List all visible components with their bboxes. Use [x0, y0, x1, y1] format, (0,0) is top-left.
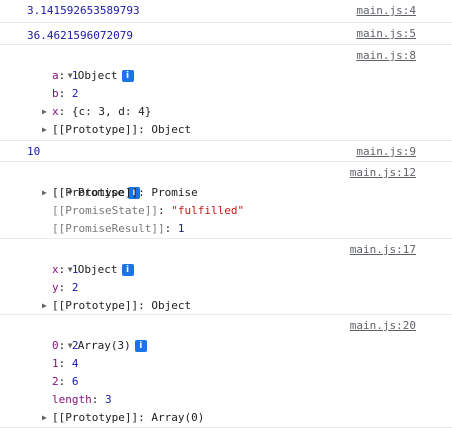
collapsed-triangle-icon[interactable]: ▶ — [42, 103, 52, 121]
console-message: ▼ Object i x: 1 y: 2 ▶ [[Prototype]]: Objec… — [0, 239, 452, 315]
collapsed-triangle-icon[interactable]: ▶ — [42, 297, 52, 315]
source-link[interactable]: main.js:4 — [356, 3, 416, 19]
source-link[interactable]: main.js:17 — [350, 242, 416, 258]
property-row: a: 1 — [52, 69, 79, 82]
prototype-row[interactable]: ▶ [[Prototype]]: Array(0) — [0, 409, 452, 427]
prototype-row[interactable]: ▶ [[Prototype]]: Promise — [0, 184, 452, 202]
property-key: y — [52, 281, 59, 294]
property-row-expandable[interactable]: ▶ x: {c: 3, d: 4} — [0, 103, 452, 121]
source-link[interactable]: main.js:12 — [350, 165, 416, 181]
property-key: b — [52, 87, 59, 100]
collapsed-triangle-icon[interactable]: ▶ — [42, 184, 52, 202]
prototype-label: [[Prototype]]: Object — [52, 299, 192, 312]
console-message: ▼ Promise i ▶ [[Prototype]]: Promise [[Prom… — [0, 162, 452, 239]
property-key: a — [52, 69, 59, 82]
property-value: 1 — [177, 222, 185, 235]
property-value: 2 — [71, 87, 79, 100]
property-value: {c: 3, d: 4} — [71, 105, 152, 118]
console-message: ▼ Object i a: 1 b: 2 ▶ x: {c: 3, d: 4} ▶ [[P… — [0, 45, 452, 141]
property-value: 2 — [71, 339, 79, 352]
console-message: 3.141592653589793 main.js:4 — [0, 0, 452, 23]
console-message: 36.4621596072079 main.js:5 — [0, 23, 452, 45]
property-key: [[PromiseResult]] — [52, 222, 165, 235]
prototype-row[interactable]: ▶ [[Prototype]]: Object — [0, 121, 452, 139]
source-link[interactable]: main.js:5 — [356, 26, 416, 42]
property-row: 1: 4 — [52, 357, 79, 370]
property-value: 2 — [71, 281, 79, 294]
property-value: 6 — [71, 375, 79, 388]
prototype-row[interactable]: ▶ [[Prototype]]: Object — [0, 297, 452, 315]
property-key: 0 — [52, 339, 59, 352]
property-value: 4 — [71, 357, 79, 370]
property-row: 0: 2 — [52, 339, 79, 352]
property-row: b: 2 — [52, 87, 79, 100]
property-row: y: 2 — [52, 281, 79, 294]
property-key: 2 — [52, 375, 59, 388]
property-value: "fulfilled" — [171, 204, 245, 217]
property-key: x — [52, 105, 59, 118]
property-key: x — [52, 263, 59, 276]
property-key: length — [52, 393, 92, 406]
property-row: [[PromiseResult]]: 1 — [52, 222, 185, 235]
property-key: 1 — [52, 357, 59, 370]
prototype-label: [[Prototype]]: Object — [52, 123, 192, 136]
property-key: [[PromiseState]] — [52, 204, 158, 217]
property-row: x: 1 — [52, 263, 79, 276]
collapsed-triangle-icon[interactable]: ▶ — [42, 409, 52, 427]
property-value: 1 — [71, 263, 79, 276]
property-row: 2: 6 — [52, 375, 79, 388]
property-value: 1 — [71, 69, 79, 82]
property-row: length: 3 — [52, 393, 112, 406]
prototype-label: [[Prototype]]: Array(0) — [52, 411, 205, 424]
source-link[interactable]: main.js:8 — [356, 48, 416, 64]
source-link[interactable]: main.js:9 — [356, 144, 416, 160]
prototype-label: [[Prototype]]: Promise — [52, 186, 198, 199]
source-link[interactable]: main.js:20 — [350, 318, 416, 334]
collapsed-triangle-icon[interactable]: ▶ — [42, 121, 52, 139]
property-row: [[PromiseState]]: "fulfilled" — [52, 204, 245, 217]
console-message: 10 main.js:9 — [0, 141, 452, 162]
console-message: ▼ Array(3) i 0: 2 1: 4 2: 6 length: 3 ▶ [[P… — [0, 315, 452, 428]
property-value: 3 — [105, 393, 112, 406]
devtools-console: 3.141592653589793 main.js:4 36.462159607… — [0, 0, 452, 429]
